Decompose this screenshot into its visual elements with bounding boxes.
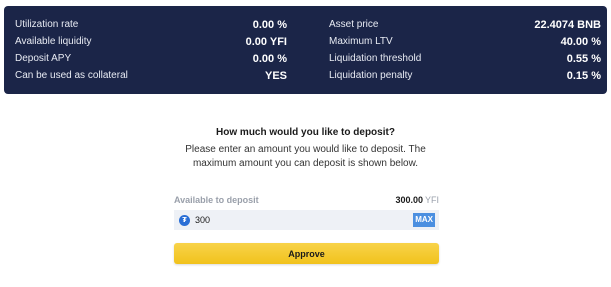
amount-input[interactable]	[195, 212, 414, 228]
stat-row-available-liquidity: Available liquidity 0.00 YFI	[15, 33, 287, 50]
stat-row-utilization-rate: Utilization rate 0.00 %	[15, 16, 287, 33]
available-label: Available to deposit	[174, 195, 259, 205]
available-to-deposit-row: Available to deposit 300.00 YFI	[174, 195, 439, 205]
stat-value: 22.4074 BNB	[534, 18, 601, 31]
stat-label: Asset price	[329, 19, 379, 30]
stat-label: Liquidation penalty	[329, 70, 413, 81]
stat-row-deposit-apy: Deposit APY 0.00 %	[15, 50, 287, 67]
stat-label: Maximum LTV	[329, 36, 393, 47]
deposit-prompt: How much would you like to deposit? Plea…	[0, 126, 611, 171]
stat-value: 0.00 YFI	[245, 35, 287, 48]
stat-value: YES	[264, 69, 287, 82]
available-amount-unit: YFI	[424, 195, 439, 205]
deposit-description: Please enter an amount you would like to…	[185, 144, 426, 169]
stat-value: 0.15 %	[566, 69, 601, 82]
stat-value: 0.55 %	[566, 52, 601, 65]
stat-row-asset-price: Asset price 22.4074 BNB	[329, 16, 601, 33]
deposit-title: How much would you like to deposit?	[216, 127, 395, 138]
reserve-stats-panel: Utilization rate 0.00 % Available liquid…	[4, 6, 607, 94]
yfi-token-icon: ₮	[179, 214, 190, 226]
page: Utilization rate 0.00 % Available liquid…	[0, 0, 611, 287]
stat-label: Deposit APY	[15, 53, 72, 64]
approve-button[interactable]: Approve	[174, 243, 439, 264]
stat-label: Liquidation threshold	[329, 53, 422, 64]
max-button[interactable]: MAX	[413, 213, 435, 227]
stat-value: 40.00 %	[560, 35, 601, 48]
stat-label: Available liquidity	[15, 36, 92, 47]
stat-label: Can be used as collateral	[15, 70, 128, 81]
available-amount: 300.00 YFI	[395, 195, 439, 205]
stats-column-left: Utilization rate 0.00 % Available liquid…	[15, 16, 287, 84]
available-amount-value: 300.00	[395, 195, 423, 205]
stat-label: Utilization rate	[15, 19, 79, 30]
stats-column-right: Asset price 22.4074 BNB Maximum LTV 40.0…	[329, 16, 601, 84]
stat-row-liquidation-threshold: Liquidation threshold 0.55 %	[329, 50, 601, 67]
amount-field: ₮ MAX	[174, 210, 439, 230]
stat-value: 0.00 %	[252, 52, 287, 65]
stat-row-collateral: Can be used as collateral YES	[15, 67, 287, 84]
stat-value: 0.00 %	[252, 18, 287, 31]
stat-row-maximum-ltv: Maximum LTV 40.00 %	[329, 33, 601, 50]
stat-row-liquidation-penalty: Liquidation penalty 0.15 %	[329, 67, 601, 84]
